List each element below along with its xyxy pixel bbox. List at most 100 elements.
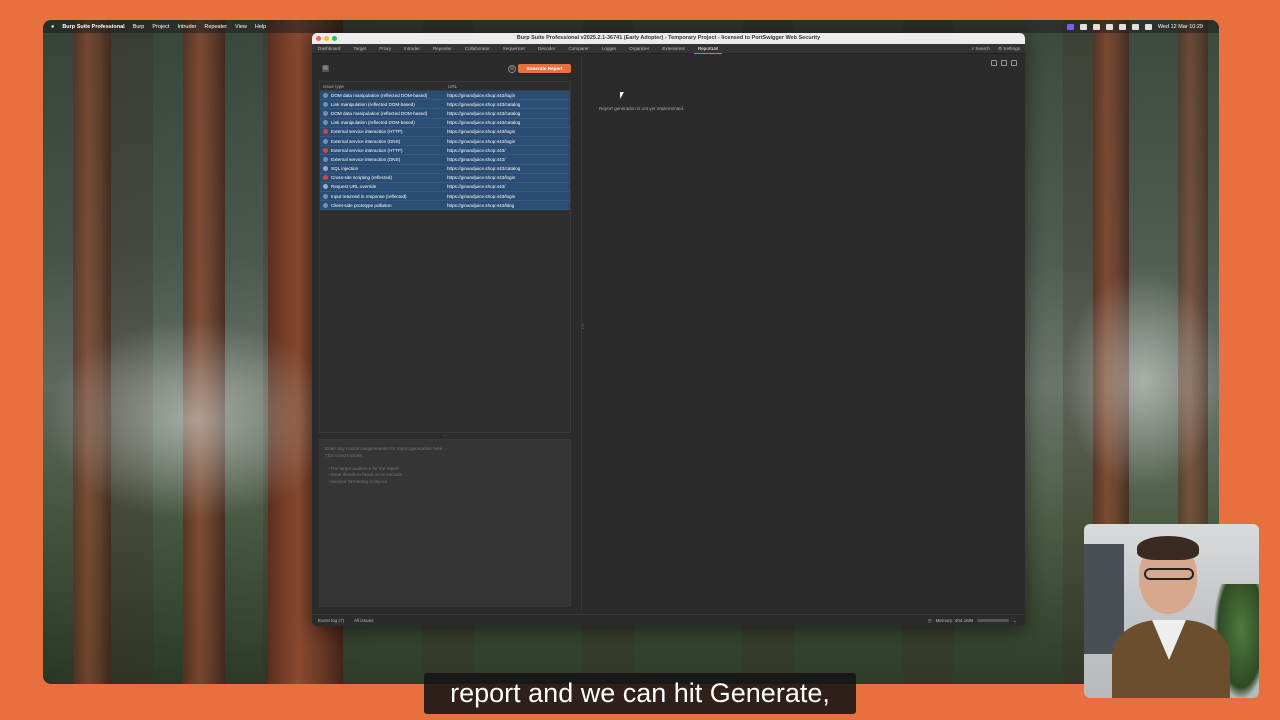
settings-label: Settings — [1003, 45, 1020, 51]
table-row[interactable]: External service interaction (HTTP) https… — [320, 146, 570, 156]
url-cell: https://ginandjuice.shop:443/ — [447, 156, 506, 162]
menu-help[interactable]: Help — [255, 24, 266, 30]
table-row[interactable]: DOM data manipulation (reflected DOM-bas… — [320, 109, 570, 119]
menu-burp[interactable]: Burp — [133, 24, 145, 30]
all-issues-link[interactable]: All issues — [354, 618, 373, 623]
url-cell: https://ginandjuice.shop:443/login — [447, 138, 516, 144]
tab-collaborator[interactable]: Collaborator — [465, 46, 490, 51]
issue-type-cell: External service interaction (HTTP) — [320, 147, 445, 153]
download-icon[interactable] — [1001, 60, 1007, 66]
divider-handle[interactable]: ⋮ — [580, 323, 586, 330]
report-message: Report generation is not yet implemented… — [599, 106, 685, 111]
close-icon[interactable] — [316, 36, 321, 41]
menu-repeater[interactable]: Repeater — [204, 24, 227, 30]
issue-type-cell: Client-side prototype pollution — [320, 202, 445, 208]
severity-icon — [323, 129, 328, 135]
copy-icon[interactable] — [991, 60, 997, 66]
globe-icon[interactable] — [1079, 23, 1087, 30]
severity-icon — [323, 166, 328, 172]
issue-type-cell: External service interaction (DNS) — [320, 138, 445, 144]
requirements-input[interactable] — [319, 439, 571, 607]
tab-intruder[interactable]: Intruder — [404, 46, 420, 51]
fog — [1063, 270, 1219, 490]
url-cell: https://ginandjuice.shop:443/login — [447, 129, 516, 135]
menu-view[interactable]: View — [235, 24, 247, 30]
severity-icon — [323, 184, 328, 190]
issue-type-cell: DOM data manipulation (reflected DOM-bas… — [320, 92, 445, 98]
table-row[interactable]: Request URL override https://ginandjuice.… — [320, 182, 570, 193]
issue-type-text: Request URL override — [331, 184, 377, 190]
apple-icon[interactable]: ● — [51, 24, 54, 30]
webcam-overlay — [1084, 524, 1259, 698]
severity-icon — [323, 193, 328, 199]
tab-extensions[interactable]: Extensions — [662, 46, 684, 51]
table-row[interactable]: Link manipulation (reflected DOM-based) h… — [320, 100, 570, 110]
menu-project[interactable]: Project — [152, 24, 169, 30]
table-row[interactable]: Client-side prototype pollution https://g… — [320, 201, 570, 211]
expand-icon[interactable]: ⌄ — [1013, 618, 1017, 624]
issue-type-cell: Link manipulation (reflected DOM-based) — [320, 101, 445, 107]
trash-icon[interactable]: ▤ — [322, 65, 329, 72]
severity-icon — [323, 175, 328, 181]
issues-toolbar: ▤ ⚙ Generate Report — [319, 62, 571, 76]
battery-icon[interactable] — [1105, 23, 1113, 30]
issue-type-text: Client-side prototype pollution — [331, 202, 392, 208]
fog — [43, 320, 343, 520]
issue-type-text: External service interaction (HTTP) — [331, 129, 403, 135]
menu-app-name[interactable]: Burp Suite Professional — [62, 24, 124, 30]
column-header-issue-type[interactable]: Issue type — [320, 84, 445, 89]
tab-target[interactable]: Target — [353, 46, 366, 51]
report-actions — [991, 60, 1017, 66]
app-status-icon[interactable] — [1092, 23, 1100, 30]
minimize-icon[interactable] — [324, 36, 329, 41]
issue-type-text: External service interaction (DNS) — [331, 156, 401, 162]
search-button[interactable]: ⌕ Search — [972, 46, 990, 52]
severity-icon — [323, 101, 328, 107]
severity-icon — [323, 92, 328, 98]
tab-sequencer[interactable]: Sequencer — [503, 46, 525, 51]
tab-logger[interactable]: Logger — [602, 46, 616, 51]
table-header: Issue type URL — [320, 82, 570, 91]
control-center-icon[interactable] — [1144, 23, 1152, 30]
maximize-icon[interactable] — [332, 36, 337, 41]
vertical-divider[interactable] — [581, 55, 582, 610]
tab-reportlm[interactable]: ReportLM — [693, 46, 723, 54]
table-row[interactable]: Input returned in response (reflected) ht… — [320, 192, 570, 202]
menubar-clock[interactable]: Wed 12 Mar 10:29 — [1158, 24, 1203, 30]
tab-repeater[interactable]: Repeater — [433, 46, 452, 51]
table-row[interactable]: External service interaction (DNS) https:… — [320, 155, 570, 165]
generate-report-button[interactable]: Generate Report — [518, 64, 571, 73]
search-label: Search — [975, 45, 990, 51]
table-row[interactable]: External service interaction (HTTP) https… — [320, 127, 570, 137]
menu-intruder[interactable]: Intruder — [177, 24, 196, 30]
table-row[interactable]: Link manipulation (reflected DOM-based) h… — [320, 118, 570, 128]
window-title: Burp Suite Professional v2025.2.1-36741 … — [516, 35, 821, 41]
tab-comparer[interactable]: Comparer — [568, 46, 588, 51]
tab-decoder[interactable]: Decoder — [538, 46, 555, 51]
table-row[interactable]: Cross-site scripting (reflected) https://… — [320, 173, 570, 183]
event-log-link[interactable]: Event log (7) — [318, 618, 344, 623]
memory-indicator: ◷ Memory: 404.1MB ⌄ — [928, 618, 1025, 624]
macos-menubar: ● Burp Suite Professional Burp Project I… — [43, 20, 1219, 33]
search-icon[interactable] — [1131, 23, 1139, 30]
column-header-url[interactable]: URL — [445, 84, 570, 89]
table-row[interactable]: SQL injection https://ginandjuice.shop:44… — [320, 164, 570, 174]
table-row[interactable]: External service interaction (DNS) https:… — [320, 136, 570, 147]
table-body: DOM data manipulation (reflected DOM-bas… — [320, 91, 570, 211]
table-row[interactable]: DOM data manipulation (reflected DOM-bas… — [320, 91, 570, 101]
issue-type-text: SQL injection — [331, 166, 359, 172]
tab-organizer[interactable]: Organizer — [629, 46, 649, 51]
window-titlebar: Burp Suite Professional v2025.2.1-36741 … — [312, 33, 1025, 44]
wifi-icon[interactable] — [1118, 23, 1126, 30]
window-controls — [316, 36, 337, 41]
severity-icon — [323, 120, 328, 126]
gear-icon[interactable]: ⚙ — [508, 65, 516, 73]
screen-record-icon[interactable] — [1066, 23, 1074, 30]
popout-icon[interactable] — [1011, 60, 1017, 66]
url-cell: https://ginandjuice.shop:443/ — [447, 184, 506, 190]
issue-type-cell: Cross-site scripting (reflected) — [320, 175, 445, 181]
tab-dashboard[interactable]: Dashboard — [318, 46, 340, 51]
settings-button[interactable]: ⚙ Settings — [998, 46, 1020, 52]
severity-icon — [323, 156, 328, 162]
tab-proxy[interactable]: Proxy — [379, 46, 391, 51]
